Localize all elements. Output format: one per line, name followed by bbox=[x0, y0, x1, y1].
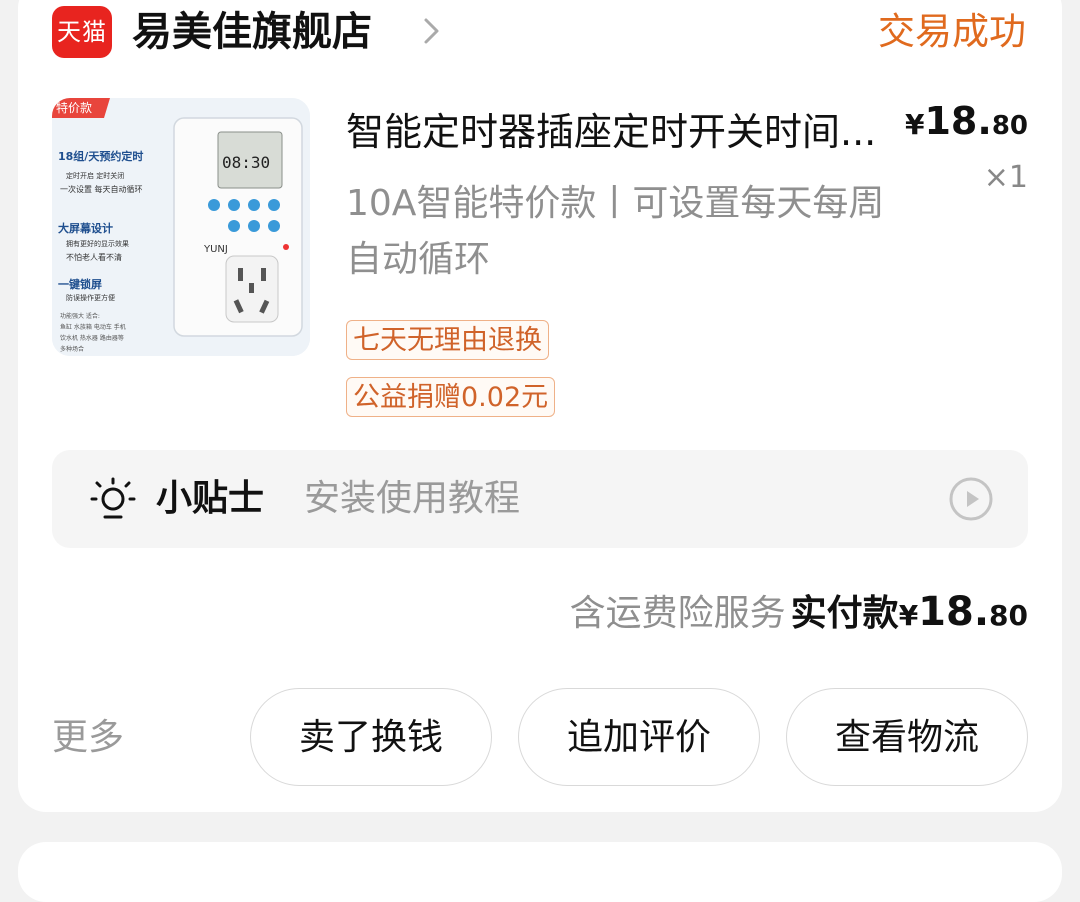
shop-name[interactable]: 易美佳旗舰店 bbox=[132, 2, 372, 62]
total-decimal: 80 bbox=[989, 599, 1028, 632]
tips-label: 小贴士 bbox=[156, 478, 265, 519]
product-image[interactable]: 特价款 18组/天预约定时 定时开启 定时关闭 一次设置 每天自动循环 大屏幕设… bbox=[52, 98, 310, 356]
service-tag-return: 七天无理由退换 bbox=[346, 320, 549, 360]
add-review-button[interactable]: 追加评价 bbox=[518, 688, 760, 786]
image-line: 18组/天预约定时 bbox=[58, 149, 143, 163]
image-line: 防误操作更方便 bbox=[66, 293, 115, 302]
tips-text: 安装使用教程 bbox=[304, 478, 521, 519]
image-line: 不怕老人看不清 bbox=[66, 252, 122, 262]
next-order-card bbox=[18, 842, 1062, 902]
play-circle-icon[interactable] bbox=[948, 476, 994, 522]
image-line: 一次设置 每天自动循环 bbox=[60, 184, 143, 194]
timer-socket-illustration: 特价款 18组/天预约定时 定时开启 定时关闭 一次设置 每天自动循环 大屏幕设… bbox=[52, 98, 310, 356]
image-display: 08:30 bbox=[222, 153, 270, 172]
resell-button[interactable]: 卖了换钱 bbox=[250, 688, 492, 786]
tmall-logo: 天猫 bbox=[52, 6, 112, 58]
price-integer: 18. bbox=[924, 99, 992, 143]
service-tag-donation: 公益捐赠0.02元 bbox=[346, 377, 556, 417]
tips-banner[interactable]: 小贴士 安装使用教程 bbox=[52, 450, 1028, 548]
total-integer: 18. bbox=[918, 589, 990, 635]
image-line: 拥有更好的显示效果 bbox=[66, 239, 129, 248]
image-badge: 特价款 bbox=[56, 100, 92, 115]
payment-total: 含运费险服务 实付款¥18.80 bbox=[570, 584, 1028, 648]
chevron-right-icon[interactable] bbox=[416, 16, 446, 46]
image-line: 多种场合 bbox=[60, 345, 84, 353]
image-line: 定时开启 定时关闭 bbox=[66, 171, 124, 180]
shipping-insurance-note: 含运费险服务 bbox=[569, 593, 786, 634]
total-symbol: ¥ bbox=[898, 599, 919, 632]
product-title[interactable]: 智能定时器插座定时开关时间... bbox=[346, 106, 926, 158]
total-label: 实付款 bbox=[790, 593, 899, 634]
more-button[interactable]: 更多 bbox=[52, 712, 124, 764]
lightbulb-icon bbox=[90, 477, 136, 519]
image-line: 功能强大 适合: bbox=[60, 312, 100, 320]
price-decimal: 80 bbox=[991, 111, 1028, 141]
product-price: ¥18.80 bbox=[905, 96, 1028, 154]
image-line: 一键锁屏 bbox=[58, 277, 102, 291]
price-symbol: ¥ bbox=[905, 108, 925, 141]
image-brand: YUNJ bbox=[203, 244, 228, 255]
image-line: 鱼缸 水族箱 电动车 手机 bbox=[60, 323, 126, 331]
view-logistics-button[interactable]: 查看物流 bbox=[786, 688, 1028, 786]
order-status: 交易成功 bbox=[878, 10, 1026, 53]
image-line: 饮水机 热水器 路由器等 bbox=[60, 334, 124, 342]
product-quantity: ×1 bbox=[983, 160, 1028, 195]
image-line: 大屏幕设计 bbox=[58, 221, 113, 235]
product-spec: 10A智能特价款丨可设置每天每周自动循环 bbox=[346, 183, 885, 280]
